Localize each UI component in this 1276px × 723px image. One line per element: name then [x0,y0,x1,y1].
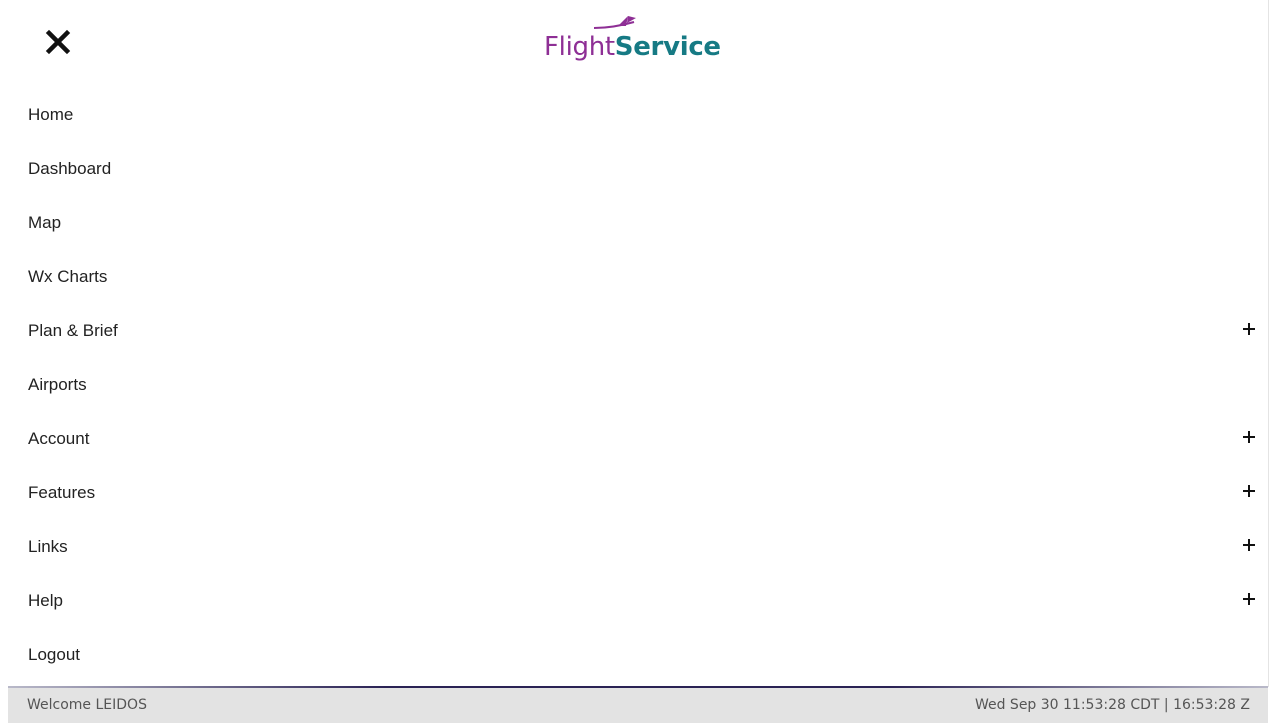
logo-text: FlightService [544,32,721,62]
close-icon [45,29,71,55]
nav-item-account[interactable]: Account [0,412,1268,466]
nav-item-dashboard[interactable]: Dashboard [0,142,1268,196]
header: FlightService [0,0,1268,88]
nav-item-map[interactable]: Map [0,196,1268,250]
nav-item-label: Map [28,213,62,232]
datetime: Wed Sep 30 11:53:28 CDT | 16:53:28 Z [974,697,1250,713]
nav-item-label: Wx Charts [28,267,108,286]
nav-item-label: Features [28,483,96,502]
plus-icon[interactable] [1242,484,1256,498]
plus-icon[interactable] [1242,322,1256,336]
nav-item-links[interactable]: Links [0,520,1268,574]
nav-item-label: Help [28,591,63,610]
footer: Welcome LEIDOS Wed Sep 30 11:53:28 CDT |… [8,688,1268,723]
nav-item-plan-brief[interactable]: Plan & Brief [0,304,1268,358]
nav-item-airports[interactable]: Airports [0,358,1268,412]
nav-item-label: Links [28,537,68,556]
plus-icon[interactable] [1242,538,1256,552]
plus-icon[interactable] [1242,430,1256,444]
scrollbar[interactable] [1268,0,1276,687]
nav-item-label: Dashboard [28,159,112,178]
nav-item-label: Logout [28,645,80,664]
flightservice-logo[interactable]: FlightService [544,14,764,76]
nav-item-label: Account [28,429,90,448]
welcome-text: Welcome LEIDOS [27,697,147,713]
nav-item-help[interactable]: Help [0,574,1268,628]
welcome-label: Welcome [27,697,92,713]
logo-text-service: Service [614,32,721,62]
nav-item-label: Home [28,105,74,124]
page: FlightService Home Dashboard Map Wx Charts P… [0,0,1276,723]
nav-item-features[interactable]: Features [0,466,1268,520]
logo-text-flight: Flight [544,32,615,62]
nav-item-logout[interactable]: Logout [0,628,1268,682]
side-nav: Home Dashboard Map Wx Charts Plan & Brief Air… [0,88,1268,682]
nav-item-wx-charts[interactable]: Wx Charts [0,250,1268,304]
nav-item-label: Plan & Brief [28,321,118,340]
plus-icon[interactable] [1242,592,1256,606]
close-button[interactable] [44,28,72,56]
username: LEIDOS [95,697,147,713]
nav-item-home[interactable]: Home [0,88,1268,142]
nav-item-label: Airports [28,375,87,394]
